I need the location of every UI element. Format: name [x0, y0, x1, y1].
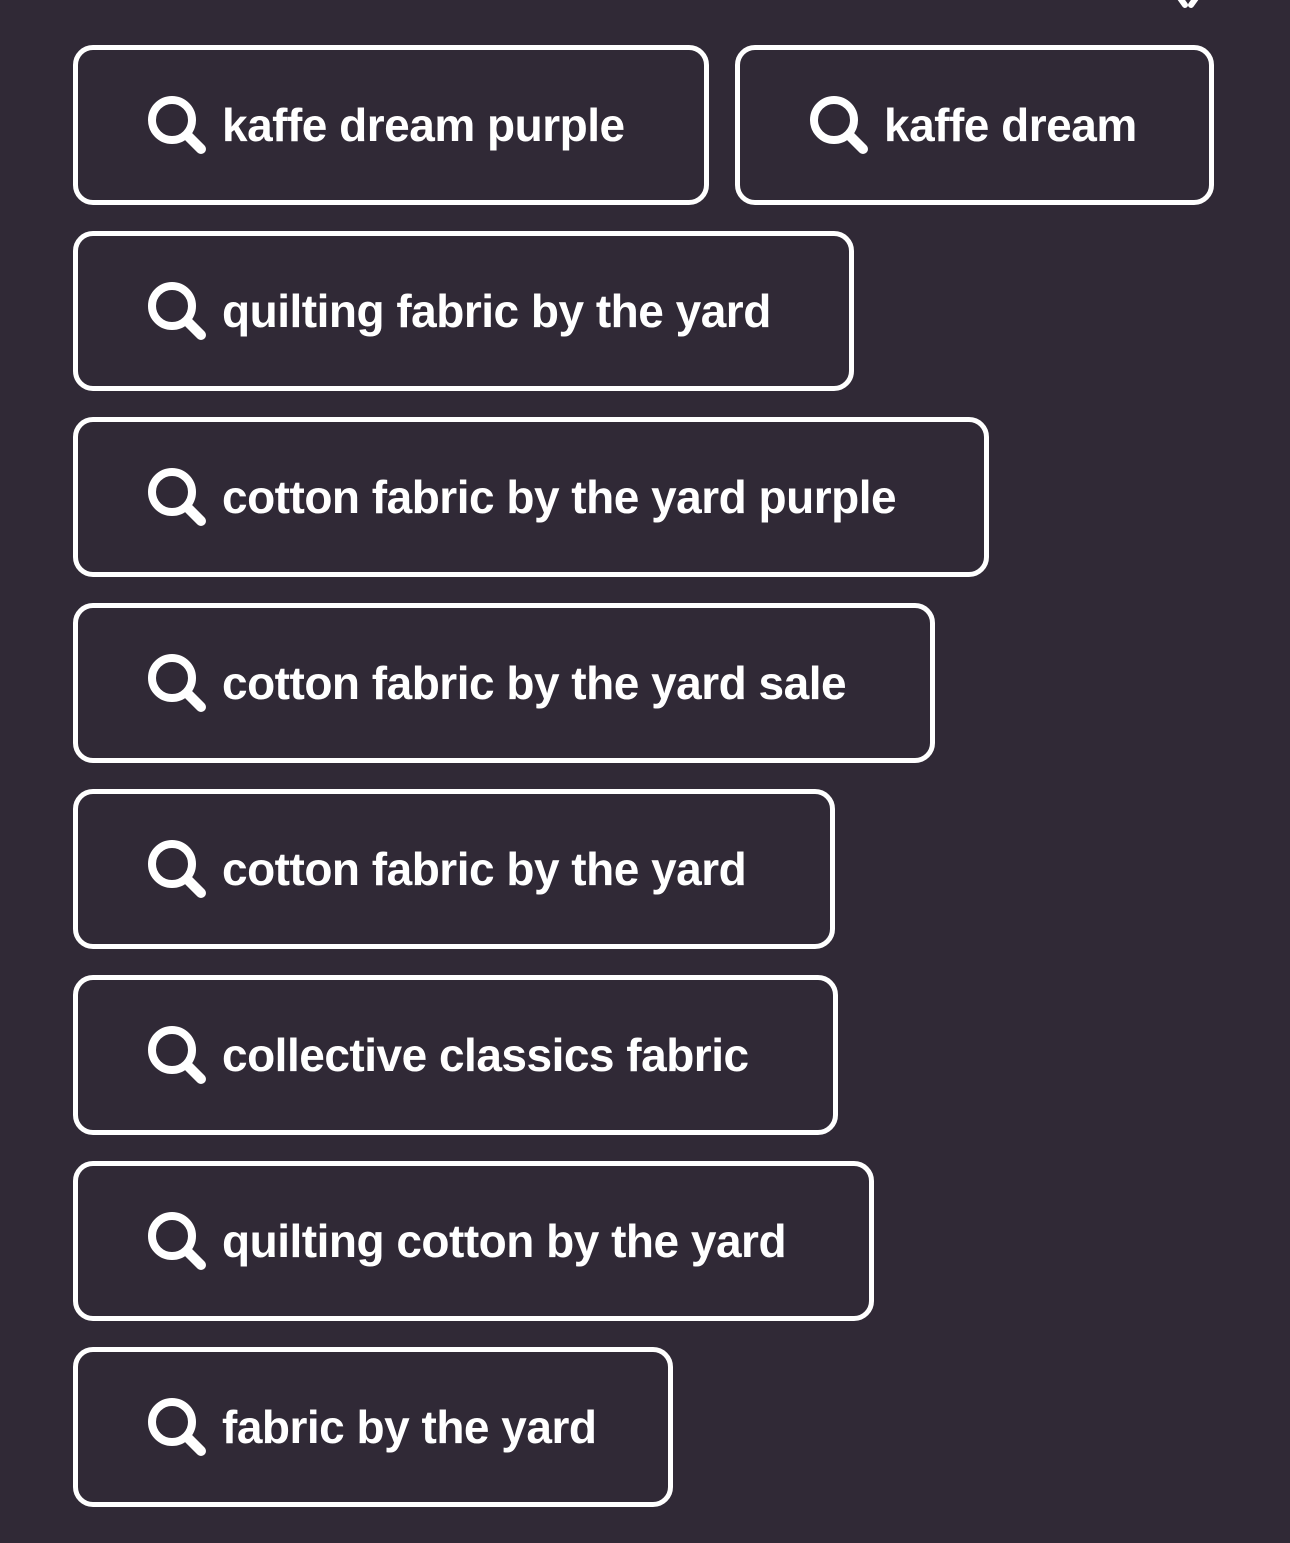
suggestion-label: fabric by the yard	[222, 1401, 597, 1453]
search-icon	[148, 282, 206, 340]
suggestion-label: cotton fabric by the yard sale	[222, 657, 847, 709]
suggestion-chip[interactable]: cotton fabric by the yard	[73, 789, 835, 949]
suggestion-chip[interactable]: collective classics fabric	[73, 975, 838, 1135]
search-icon	[148, 468, 206, 526]
suggestion-label: quilting fabric by the yard	[222, 285, 771, 337]
search-icon	[148, 1026, 206, 1084]
search-icon	[148, 1212, 206, 1270]
search-icon	[810, 96, 868, 154]
suggestion-label: cotton fabric by the yard	[222, 843, 747, 895]
close-icon	[1177, 0, 1199, 8]
suggestion-label: kaffe dream purple	[222, 99, 625, 151]
suggestion-chip[interactable]: cotton fabric by the yard purple	[73, 417, 989, 577]
search-icon	[148, 96, 206, 154]
search-icon	[148, 840, 206, 898]
suggestion-chip[interactable]: fabric by the yard	[73, 1347, 673, 1507]
suggestion-label: quilting cotton by the yard	[222, 1215, 787, 1267]
suggestion-chip[interactable]: cotton fabric by the yard sale	[73, 603, 935, 763]
search-icon	[148, 1398, 206, 1456]
suggestion-chip[interactable]: kaffe dream	[735, 45, 1214, 205]
search-icon	[148, 654, 206, 712]
suggestion-chip[interactable]: kaffe dream purple	[73, 45, 709, 205]
suggestion-chip[interactable]: quilting cotton by the yard	[73, 1161, 874, 1321]
suggestion-label: kaffe dream	[884, 99, 1137, 151]
suggestion-chip[interactable]: quilting fabric by the yard	[73, 231, 854, 391]
suggestion-label: cotton fabric by the yard purple	[222, 471, 897, 523]
suggestion-label: collective classics fabric	[222, 1029, 749, 1081]
search-suggestions-list: kaffe dream purple kaffe dream quilting …	[73, 45, 1218, 1507]
close-button[interactable]	[1158, 0, 1218, 10]
